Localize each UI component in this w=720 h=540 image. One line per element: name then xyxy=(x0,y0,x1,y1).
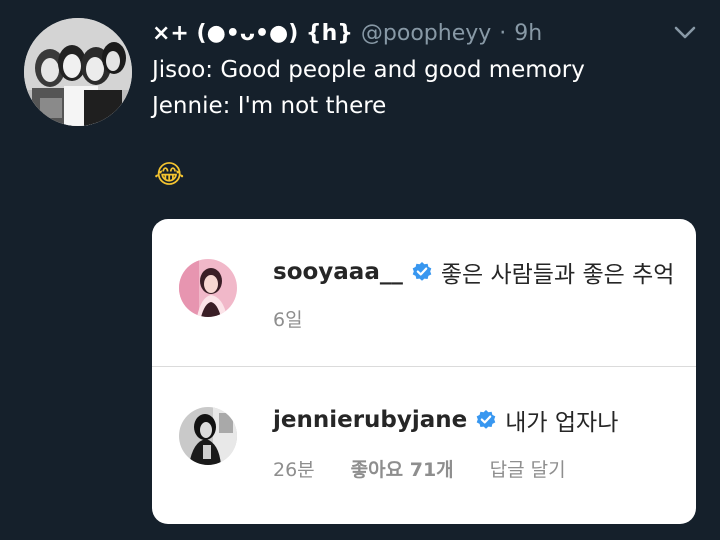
comment-username[interactable]: jennierubyjane xyxy=(273,407,467,433)
instagram-comment: sooyaaa__ 좋은 사람들과 좋은 추억 6일 xyxy=(152,219,696,367)
comment-time: 6일 xyxy=(273,309,303,331)
tweet-header: ×+ (●•ᴗ•●) {h} @poopheyy · 9h xyxy=(152,16,542,50)
verified-badge-icon xyxy=(475,409,497,431)
commenter-avatar[interactable] xyxy=(179,259,237,317)
tweet-body: Jisoo: Good people and good memory Jenni… xyxy=(152,52,585,124)
commenter-avatar[interactable] xyxy=(179,407,237,465)
tweet-line: Jisoo: Good people and good memory xyxy=(152,57,585,83)
reply-link[interactable]: 답글 달기 xyxy=(490,459,566,481)
comment-meta: 6일 xyxy=(273,305,303,332)
tears-of-joy-emoji: 😂 xyxy=(154,160,185,190)
comment-text: 좋은 사람들과 좋은 추억 xyxy=(440,262,675,288)
comment-likes[interactable]: 좋아요 71개 xyxy=(351,459,454,481)
chevron-down-icon[interactable] xyxy=(672,22,698,44)
comment-text: 내가 업자나 xyxy=(505,410,619,436)
header-separator: · xyxy=(499,20,507,46)
tweet-timestamp[interactable]: 9h xyxy=(514,21,542,46)
instagram-comment: jennierubyjane 내가 업자나 26분 좋아요 71개 답글 달기 xyxy=(152,367,696,524)
comment-meta: 26분 좋아요 71개 답글 달기 xyxy=(273,455,566,482)
verified-badge-icon xyxy=(411,261,433,283)
tweet: ×+ (●•ᴗ•●) {h} @poopheyy · 9h Jisoo: Goo… xyxy=(0,0,720,540)
tweet-media-screenshot[interactable]: sooyaaa__ 좋은 사람들과 좋은 추억 6일 jennierubyjan… xyxy=(152,219,696,524)
tweet-author-avatar[interactable] xyxy=(24,18,132,126)
comment-line: jennierubyjane 내가 업자나 xyxy=(273,403,618,437)
author-display-name[interactable]: ×+ (●•ᴗ•●) {h} xyxy=(152,21,353,46)
comment-time: 26분 xyxy=(273,459,315,481)
comment-line: sooyaaa__ 좋은 사람들과 좋은 추억 xyxy=(273,255,674,289)
tweet-line: Jennie: I'm not there xyxy=(152,93,387,119)
author-handle[interactable]: @poopheyy xyxy=(361,21,491,46)
comment-username[interactable]: sooyaaa__ xyxy=(273,259,403,285)
